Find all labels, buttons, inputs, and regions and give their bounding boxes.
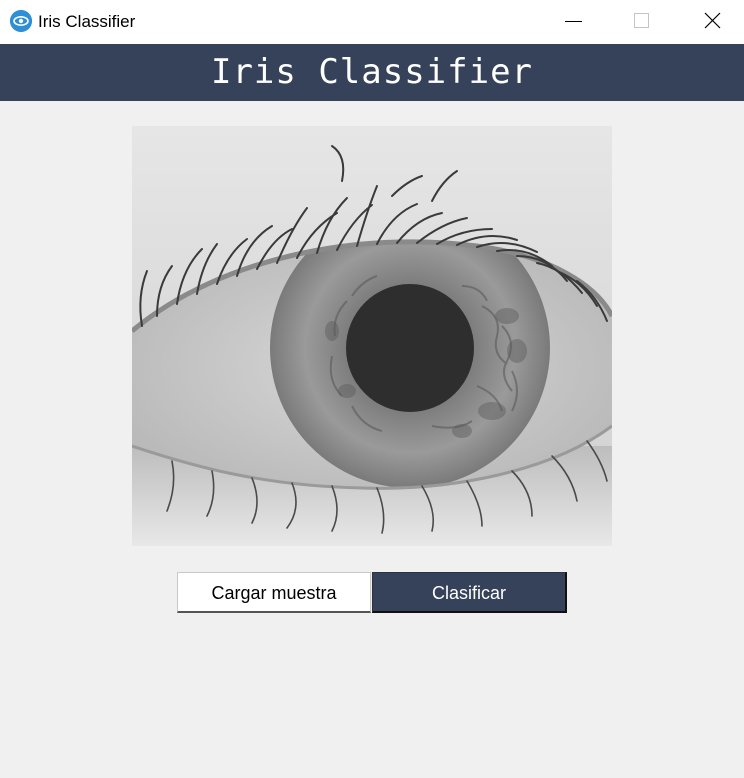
- maximize-icon: [634, 13, 649, 28]
- minimize-button[interactable]: [550, 0, 596, 44]
- minimize-icon: [565, 21, 582, 22]
- maximize-button[interactable]: [619, 0, 665, 44]
- window-titlebar: Iris Classifier: [0, 0, 744, 44]
- window-title: Iris Classifier: [38, 12, 136, 31]
- close-icon: [704, 12, 721, 29]
- eye-app-icon: [10, 10, 32, 32]
- app-header-title: Iris Classifier: [0, 44, 744, 101]
- classify-button[interactable]: Clasificar: [372, 572, 567, 613]
- close-button[interactable]: [689, 0, 735, 44]
- load-sample-button[interactable]: Cargar muestra: [177, 572, 371, 613]
- iris-eye-image: [132, 126, 612, 546]
